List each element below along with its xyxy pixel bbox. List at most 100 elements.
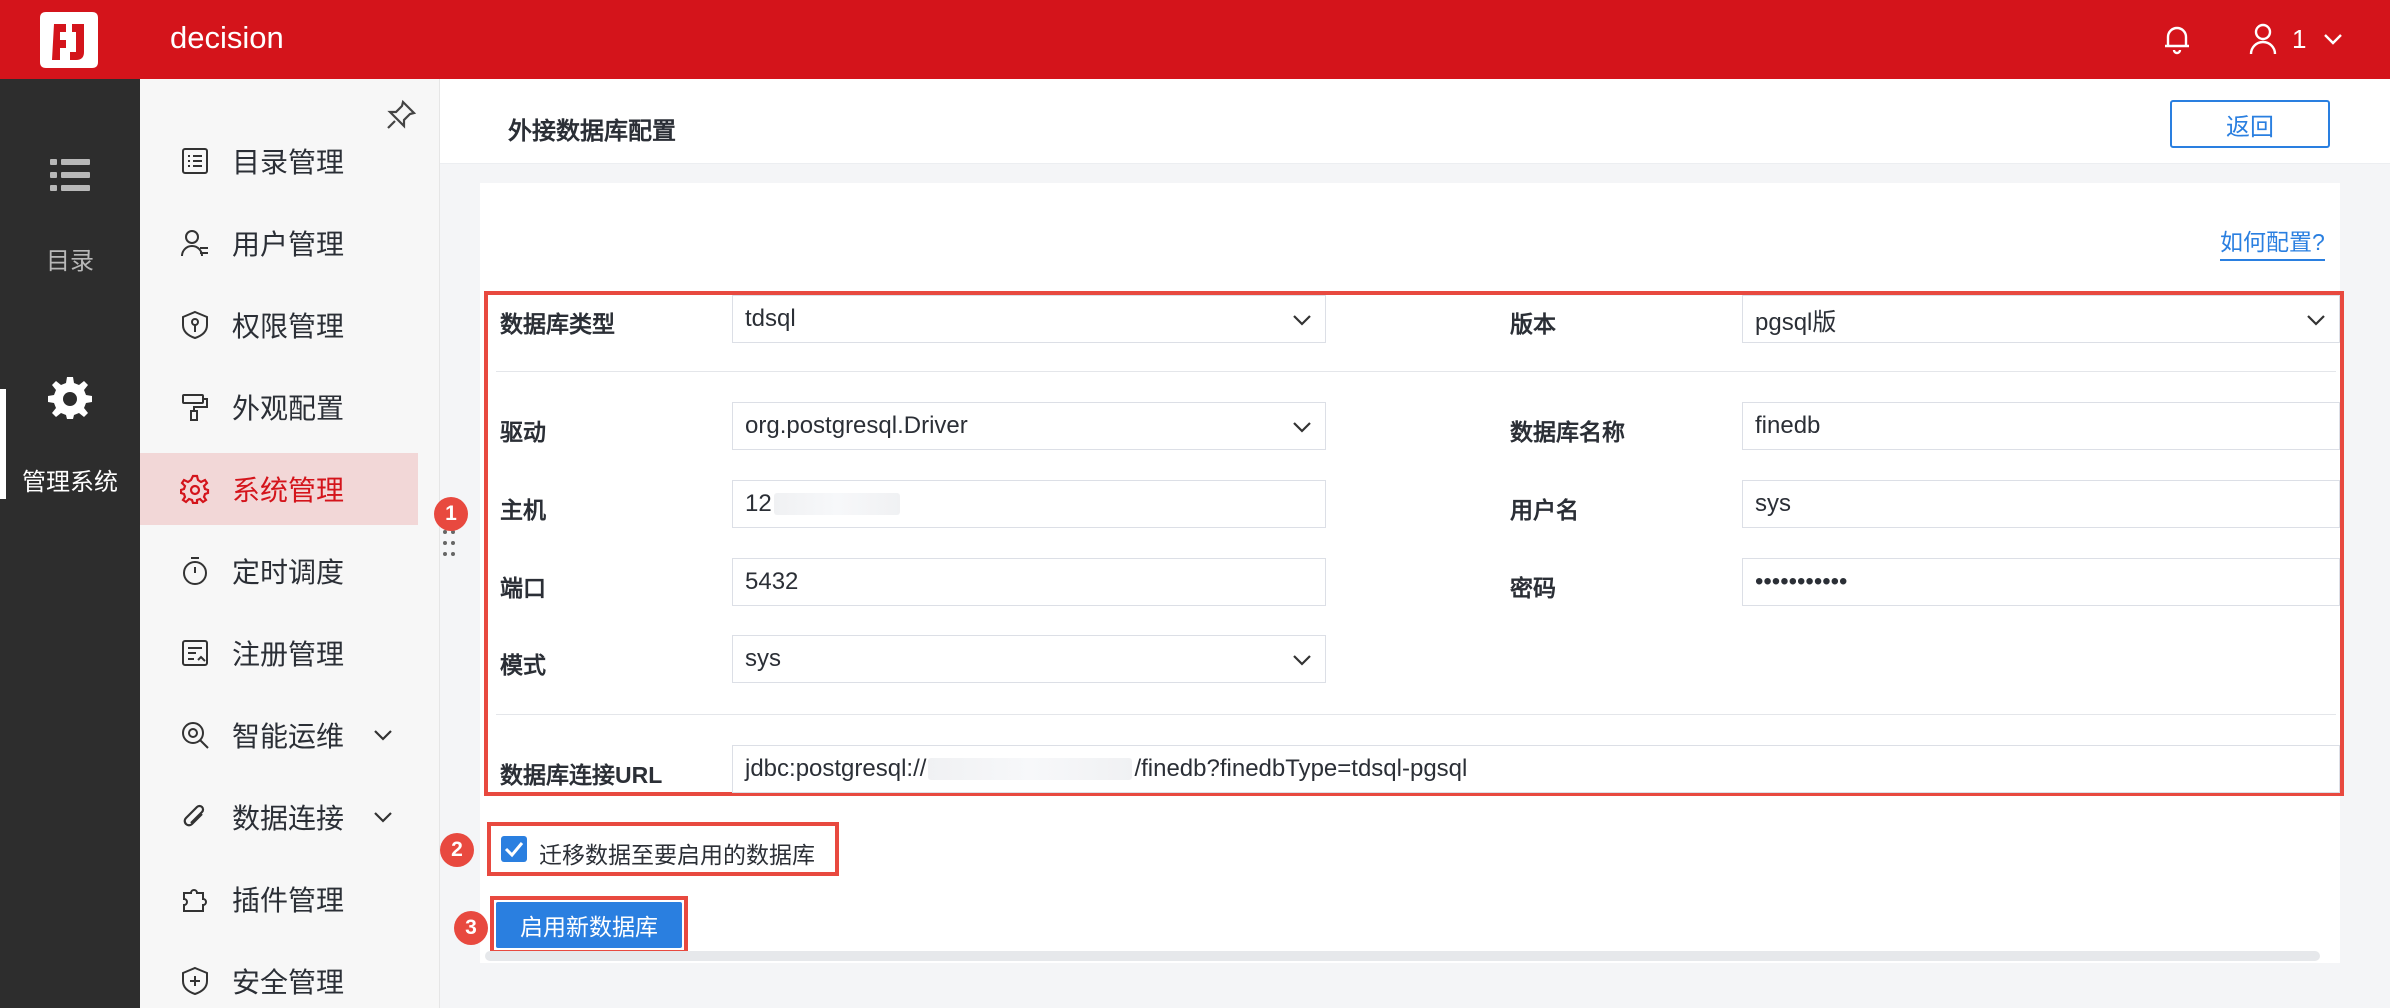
nav-item-users[interactable]: 用户管理	[140, 207, 418, 279]
page-header: 外接数据库配置 返回	[440, 79, 2390, 164]
top-bar: decision 1	[0, 0, 2390, 79]
paint-roller-icon	[182, 394, 208, 421]
host-label: 主机	[500, 497, 546, 523]
driver-value: org.postgresql.Driver	[745, 412, 968, 439]
puzzle-icon	[183, 889, 207, 912]
nav-item-plugins[interactable]: 插件管理	[140, 863, 418, 935]
nav-label: 插件管理	[232, 885, 345, 916]
driver-label: 驱动	[500, 419, 546, 445]
page-title: 外接数据库配置	[508, 118, 676, 145]
enable-highlight: 启用新数据库	[490, 896, 688, 954]
step-badge-2: 2	[440, 833, 474, 867]
enable-database-button[interactable]: 启用新数据库	[496, 902, 682, 948]
nav-label: 定时调度	[232, 557, 345, 588]
url-suffix: /finedb?finedbType=tdsql-pgsql	[1134, 755, 1468, 782]
schema-value: sys	[745, 645, 781, 672]
gear-icon[interactable]	[48, 375, 92, 419]
port-label: 端口	[500, 575, 546, 601]
drag-handle-icon[interactable]	[441, 528, 457, 558]
user-icon[interactable]	[2248, 22, 2278, 56]
nav-label: 数据连接	[232, 803, 345, 834]
form-divider	[496, 714, 2336, 715]
version-value: pgsql版	[1755, 308, 1837, 336]
nav-item-appearance[interactable]: 外观配置	[140, 371, 418, 443]
url-label: 数据库连接URL	[500, 762, 663, 788]
migrate-label: 迁移数据至要启用的数据库	[539, 842, 815, 868]
step-badge-3: 3	[454, 911, 488, 945]
nav-item-schedule[interactable]: 定时调度	[140, 535, 418, 607]
db-name-value: finedb	[1755, 412, 1821, 439]
nav-label: 目录管理	[232, 147, 345, 178]
bell-icon[interactable]	[2160, 22, 2194, 56]
driver-select[interactable]: org.postgresql.Driver	[732, 402, 1326, 450]
db-type-label: 数据库类型	[500, 311, 615, 337]
nav-label: 智能运维	[232, 721, 345, 752]
rail-item-catalog[interactable]: 目录	[0, 241, 140, 276]
form-divider	[496, 371, 2336, 372]
migrate-option[interactable]: 迁移数据至要启用的数据库	[487, 822, 839, 876]
nav-item-registration[interactable]: 注册管理	[140, 617, 418, 689]
chevron-down-icon[interactable]	[2320, 26, 2346, 52]
url-prefix: jdbc:postgresql://	[745, 755, 927, 782]
step-badge-1: 1	[434, 497, 468, 531]
username-label: 用户名	[1510, 497, 1579, 523]
password-value: •••••••••••	[1755, 568, 1848, 595]
nav-item-security[interactable]: 安全管理	[140, 945, 418, 1008]
nav-label: 安全管理	[232, 967, 345, 998]
host-input[interactable]: 12	[732, 480, 1326, 528]
nav-label: 权限管理	[232, 311, 345, 342]
db-config-form: 数据库类型 tdsql 版本 pgsql版 驱动 org.postgresql.…	[484, 291, 2344, 796]
primary-rail: 目录 管理系统	[0, 79, 140, 1008]
horizontal-scrollbar[interactable]	[485, 951, 2320, 961]
chevron-down-icon	[1293, 655, 1311, 666]
checkmark-icon	[504, 842, 524, 858]
nav-label: 外观配置	[232, 393, 345, 424]
chevron-down-icon	[1293, 422, 1311, 433]
username-value: sys	[1755, 490, 1791, 517]
schema-label: 模式	[500, 652, 546, 678]
db-name-label: 数据库名称	[1510, 419, 1625, 445]
register-icon	[182, 640, 208, 666]
ops-icon	[182, 722, 209, 749]
password-label: 密码	[1510, 575, 1556, 601]
nav-item-ops[interactable]: 智能运维	[140, 699, 418, 771]
app-title: decision	[170, 20, 284, 55]
list-icon	[182, 148, 208, 174]
rail-item-admin[interactable]: 管理系统	[0, 462, 140, 497]
redacted-text	[928, 758, 1133, 780]
db-type-select[interactable]: tdsql	[732, 295, 1326, 343]
password-input[interactable]: •••••••••••	[1742, 558, 2340, 606]
shield-plus-icon	[182, 966, 208, 996]
redacted-text	[773, 493, 900, 515]
db-name-input[interactable]: finedb	[1742, 402, 2340, 450]
logo-icon	[40, 12, 98, 68]
username-input[interactable]: sys	[1742, 480, 2340, 528]
version-select[interactable]: pgsql版	[1742, 295, 2340, 343]
gear-icon	[180, 474, 210, 504]
nav-item-data-connection[interactable]: 数据连接	[140, 781, 418, 853]
port-value: 5432	[745, 568, 799, 595]
nav-label: 注册管理	[232, 639, 345, 670]
nav-item-permissions[interactable]: 权限管理	[140, 289, 418, 361]
user-name[interactable]: 1	[2292, 24, 2306, 55]
timer-icon	[183, 557, 207, 585]
migrate-checkbox[interactable]	[501, 836, 527, 862]
chevron-down-icon	[374, 730, 392, 741]
url-input[interactable]: jdbc:postgresql:// /finedb?finedbType=td…	[732, 745, 2340, 793]
port-input[interactable]: 5432	[732, 558, 1326, 606]
how-to-configure-link[interactable]: 如何配置?	[2220, 223, 2325, 261]
host-value: 12	[745, 490, 772, 517]
user-manage-icon	[181, 230, 208, 257]
nav-label: 用户管理	[232, 229, 345, 260]
back-button[interactable]: 返回	[2170, 100, 2330, 148]
chevron-down-icon	[1293, 315, 1311, 326]
version-label: 版本	[1510, 311, 1556, 337]
db-type-value: tdsql	[745, 305, 796, 332]
list-icon[interactable]	[50, 155, 90, 195]
nav-label: 系统管理	[232, 475, 345, 506]
nav-item-catalog[interactable]: 目录管理	[140, 125, 418, 197]
nav-item-system[interactable]: 系统管理	[140, 453, 418, 525]
schema-select[interactable]: sys	[732, 635, 1326, 683]
chevron-down-icon	[374, 812, 392, 823]
paperclip-icon	[183, 804, 205, 827]
